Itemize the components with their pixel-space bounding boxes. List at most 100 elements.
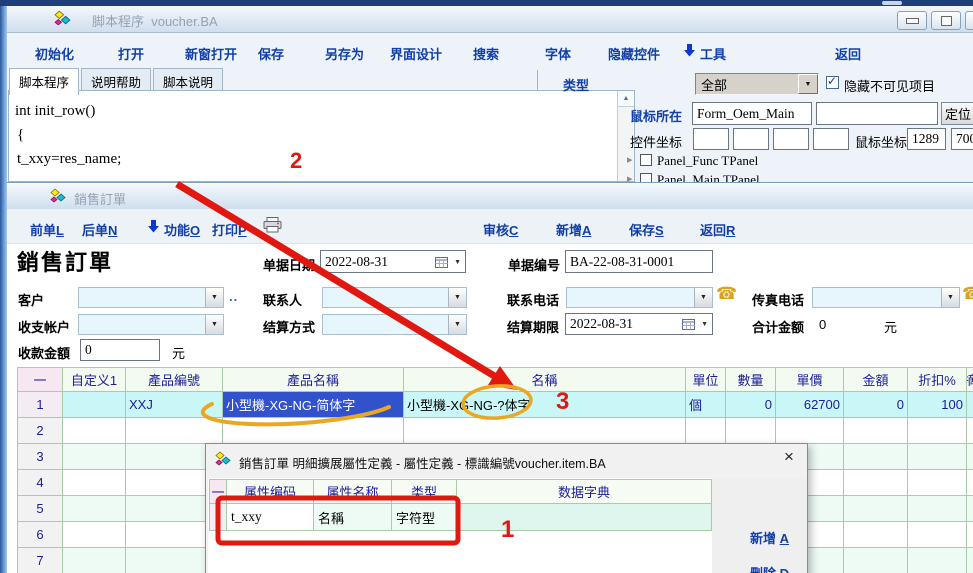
dropdown-arrow-icon[interactable]: ▼ xyxy=(205,288,223,307)
menu-item-save-as[interactable]: 另存为 xyxy=(325,44,364,63)
mouse-in-field[interactable]: Form_Oem_Main xyxy=(692,102,812,125)
next-order-button[interactable]: 后单N xyxy=(82,220,117,239)
table-cell[interactable] xyxy=(844,548,908,573)
table-cell[interactable] xyxy=(844,444,908,470)
table-cell[interactable] xyxy=(223,418,404,444)
table-cell[interactable] xyxy=(844,496,908,522)
table-cell[interactable] xyxy=(404,418,686,444)
table-cell[interactable]: 個 xyxy=(686,392,726,418)
menu-item-search[interactable]: 搜索 xyxy=(473,44,499,63)
table-cell[interactable] xyxy=(63,548,126,573)
table-cell[interactable] xyxy=(126,418,223,444)
table-cell[interactable]: 名稱 xyxy=(314,504,392,531)
table-cell[interactable] xyxy=(908,522,967,548)
settle-combo[interactable]: ▼ xyxy=(322,314,467,335)
tab-script[interactable]: 脚本程序 xyxy=(9,68,79,95)
contact-combo[interactable]: ▼ xyxy=(322,287,467,308)
tree-expander-icon[interactable]: ▸ xyxy=(627,153,633,166)
menu-item-open[interactable]: 打开 xyxy=(118,44,144,63)
maximize-button[interactable] xyxy=(931,11,961,30)
table-cell[interactable] xyxy=(967,522,973,548)
table-cell[interactable] xyxy=(844,522,908,548)
menu-item-ui-design[interactable]: 界面设计 xyxy=(390,44,442,63)
functions-button[interactable]: 功能O xyxy=(164,220,200,239)
table-cell[interactable] xyxy=(967,444,973,470)
table-cell[interactable] xyxy=(63,418,126,444)
account-combo[interactable]: ▼ xyxy=(78,314,224,335)
table-cell[interactable] xyxy=(967,496,973,522)
table-cell[interactable] xyxy=(844,418,908,444)
close-button[interactable] xyxy=(965,11,973,30)
dropdown-arrow-icon[interactable]: ▼ xyxy=(798,74,818,94)
order-no-field[interactable]: BA-22-08-31-0001 xyxy=(565,250,713,273)
order-date-picker[interactable]: 2022-08-31 ▼ xyxy=(320,250,466,273)
hide-invisible-checkbox[interactable]: ✓ xyxy=(826,76,839,89)
menu-item-tools[interactable]: 工具 xyxy=(700,44,726,63)
dropdown-arrow-icon[interactable]: ▼ xyxy=(701,320,708,328)
tree-checkbox[interactable] xyxy=(640,154,652,166)
table-cell[interactable] xyxy=(908,470,967,496)
deadline-date-picker[interactable]: 2022-08-31 ▼ xyxy=(565,313,713,335)
dropdown-arrow-icon[interactable]: ▼ xyxy=(941,288,959,307)
calendar-icon[interactable] xyxy=(682,318,695,330)
fax-combo[interactable]: ▼ xyxy=(812,287,960,308)
table-cell[interactable]: 62700 xyxy=(776,392,844,418)
table-cell[interactable] xyxy=(776,418,844,444)
audit-button[interactable]: 审核C xyxy=(483,220,518,239)
table-cell[interactable] xyxy=(908,418,967,444)
calendar-icon[interactable] xyxy=(435,256,448,268)
row-number-cell[interactable]: 2 xyxy=(18,418,63,444)
table-cell[interactable] xyxy=(967,470,973,496)
customer-combo[interactable]: ▼ xyxy=(78,287,224,308)
row-number-cell[interactable]: 1 xyxy=(18,392,63,418)
table-cell[interactable]: XXJ xyxy=(126,392,223,418)
table-cell[interactable] xyxy=(63,522,126,548)
dropdown-arrow-icon[interactable]: ▼ xyxy=(448,315,466,334)
mouse-x-field[interactable]: 1289 xyxy=(907,128,946,150)
printer-icon[interactable] xyxy=(263,217,282,233)
table-cell-selected[interactable]: 小型機-XG-NG-简体字 xyxy=(223,392,404,418)
table-cell[interactable]: 小型機-XG-NG-?体字 xyxy=(404,392,686,418)
mouse-in-field2[interactable] xyxy=(816,102,938,125)
control-y2-field[interactable] xyxy=(813,128,849,150)
phone-combo[interactable]: ▼ xyxy=(566,287,713,308)
mouse-y-field[interactable]: 700 xyxy=(951,128,973,150)
dialog-close-button[interactable]: × xyxy=(784,447,794,467)
table-cell[interactable] xyxy=(457,504,712,531)
prev-order-button[interactable]: 前单L xyxy=(30,220,64,239)
menu-item-hide-controls[interactable]: 隐藏控件 xyxy=(608,44,660,63)
received-field[interactable]: 0 xyxy=(80,339,160,361)
tree-item[interactable]: Panel_Func TPanel xyxy=(657,153,758,169)
row-number-cell[interactable]: 4 xyxy=(18,470,63,496)
control-x2-field[interactable] xyxy=(773,128,809,150)
table-cell[interactable] xyxy=(908,496,967,522)
table-cell[interactable] xyxy=(908,444,967,470)
phone-icon[interactable]: ☎ xyxy=(716,284,737,304)
table-cell[interactable] xyxy=(967,392,973,418)
type-dropdown[interactable]: 全部 ▼ xyxy=(695,73,819,95)
table-cell[interactable] xyxy=(967,418,973,444)
customer-more-link[interactable]: .. xyxy=(229,289,238,304)
table-cell[interactable]: 100 xyxy=(908,392,967,418)
table-cell[interactable]: 字符型 xyxy=(392,504,457,531)
table-cell[interactable]: t_xxy xyxy=(227,504,314,531)
row-number-cell[interactable] xyxy=(210,504,227,531)
row-number-cell[interactable]: 3 xyxy=(18,444,63,470)
save-button[interactable]: 保存S xyxy=(629,220,664,239)
return-button[interactable]: 返回R xyxy=(700,220,735,239)
scroll-up-icon[interactable]: ▲ xyxy=(618,91,634,107)
table-cell[interactable]: 0 xyxy=(726,392,776,418)
table-cell[interactable] xyxy=(967,548,973,573)
menu-item-open-new-window[interactable]: 新窗打开 xyxy=(185,44,237,63)
locate-button[interactable]: 定位 xyxy=(941,102,973,125)
top-scrollbar-thumb[interactable] xyxy=(882,1,902,5)
code-editor[interactable]: int init_row() { t_xxy=res_name; ▲ xyxy=(8,90,635,182)
table-cell[interactable] xyxy=(908,548,967,573)
table-cell[interactable] xyxy=(63,496,126,522)
table-cell[interactable] xyxy=(686,418,726,444)
minimize-button[interactable] xyxy=(897,11,927,30)
table-cell[interactable] xyxy=(63,392,126,418)
menu-item-save[interactable]: 保存 xyxy=(258,44,284,63)
order-window-titlebar[interactable]: 銷售訂單 xyxy=(7,184,973,210)
menu-item-return[interactable]: 返回 xyxy=(835,44,861,63)
